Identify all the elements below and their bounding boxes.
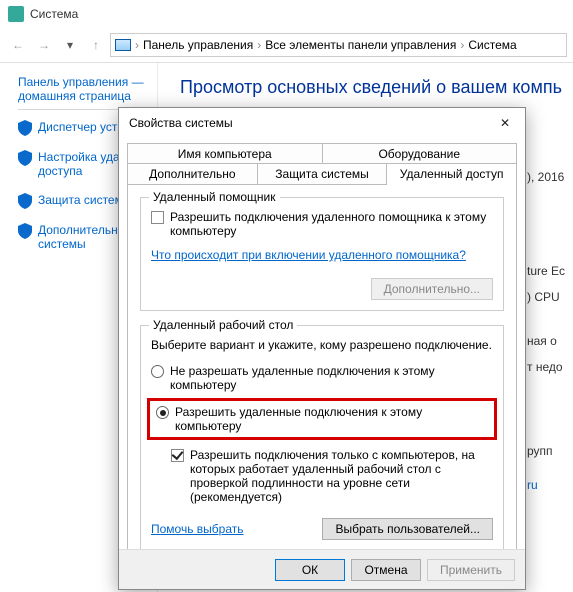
breadcrumb[interactable]: Система	[468, 38, 516, 52]
bg-info: ), 2016 ture Ec ) CPU ная о т недо рупп …	[527, 170, 565, 504]
group-title: Удаленный рабочий стол	[149, 318, 297, 332]
back-button[interactable]: ←	[6, 33, 30, 57]
tab-panel-remote: Удаленный помощник Разрешить подключения…	[127, 184, 517, 584]
shield-icon	[18, 150, 32, 166]
tab-computer-name[interactable]: Имя компьютера	[127, 143, 323, 164]
rd-option-disallow[interactable]: Не разрешать удаленные подключения к это…	[151, 364, 493, 392]
history-chevron-icon[interactable]: ▾	[58, 33, 82, 57]
system-icon	[8, 6, 24, 22]
group-title: Удаленный помощник	[149, 190, 280, 204]
allow-assistance-check[interactable]: Разрешить подключения удаленного помощни…	[151, 210, 493, 238]
checkbox-icon	[171, 449, 184, 462]
sidebar-item-label: Настройка уда доступа	[38, 150, 120, 179]
dialog-title: Свойства системы	[129, 116, 233, 130]
page-title: Просмотр основных сведений о вашем компь	[180, 77, 569, 98]
chevron-right-icon: ›	[460, 38, 464, 52]
radio-label: Разрешить удаленные подключения к этому …	[175, 405, 488, 433]
checkbox-label: Разрешить подключения только с компьютер…	[190, 448, 493, 504]
tab-advanced[interactable]: Дополнительно	[127, 163, 258, 184]
ok-button[interactable]: ОК	[275, 559, 345, 581]
cancel-button[interactable]: Отмена	[351, 559, 421, 581]
assistance-advanced-button: Дополнительно...	[371, 278, 493, 300]
sidebar-home-link[interactable]: Панель управления —домашняя страница	[18, 75, 153, 103]
radio-icon	[156, 406, 169, 419]
system-properties-dialog: Свойства системы ✕ Имя компьютера Оборуд…	[118, 107, 526, 590]
rd-option-allow[interactable]: Разрешить удаленные подключения к этому …	[156, 405, 488, 433]
forward-button[interactable]: →	[32, 33, 56, 57]
assistance-help-link[interactable]: Что происходит при включении удаленного …	[151, 248, 466, 262]
select-users-button[interactable]: Выбрать пользователей...	[322, 518, 493, 540]
radio-icon	[151, 365, 164, 378]
chevron-right-icon: ›	[257, 38, 261, 52]
window-titlebar: Система	[0, 0, 573, 28]
up-button[interactable]: ↑	[84, 33, 108, 57]
rd-description: Выберите вариант и укажите, кому разреше…	[151, 338, 493, 352]
dialog-titlebar[interactable]: Свойства системы ✕	[119, 108, 525, 138]
address-bar[interactable]: › Панель управления › Все элементы панел…	[110, 33, 567, 57]
shield-icon	[18, 120, 32, 136]
tab-protection[interactable]: Защита системы	[258, 163, 388, 184]
breadcrumb[interactable]: Панель управления	[143, 38, 253, 52]
nav-bar: ← → ▾ ↑ › Панель управления › Все элемен…	[0, 28, 573, 62]
apply-button: Применить	[427, 559, 515, 581]
shield-icon	[18, 223, 32, 239]
help-choose-link[interactable]: Помочь выбрать	[151, 522, 244, 536]
shield-icon	[18, 193, 32, 209]
sidebar-item-label: Диспетчер устр	[38, 120, 124, 134]
chevron-right-icon: ›	[135, 38, 139, 52]
close-button[interactable]: ✕	[491, 112, 519, 134]
group-remote-assistance: Удаленный помощник Разрешить подключения…	[140, 197, 504, 311]
dialog-buttons: ОК Отмена Применить	[119, 549, 525, 589]
highlight-box: Разрешить удаленные подключения к этому …	[147, 398, 497, 440]
rd-nla-check[interactable]: Разрешить подключения только с компьютер…	[171, 448, 493, 504]
window-title: Система	[30, 7, 78, 21]
breadcrumb[interactable]: Все элементы панели управления	[265, 38, 456, 52]
checkbox-icon	[151, 211, 164, 224]
tab-hardware[interactable]: Оборудование	[323, 143, 518, 164]
pc-icon	[115, 39, 131, 51]
checkbox-label: Разрешить подключения удаленного помощни…	[170, 210, 493, 238]
sidebar-item-label: Дополнительнь системы	[38, 223, 124, 252]
radio-label: Не разрешать удаленные подключения к это…	[170, 364, 493, 392]
sidebar-item-label: Защита систем	[38, 193, 123, 207]
tab-remote[interactable]: Удаленный доступ	[387, 163, 517, 184]
close-icon: ✕	[500, 116, 510, 130]
group-remote-desktop: Удаленный рабочий стол Выберите вариант …	[140, 325, 504, 553]
